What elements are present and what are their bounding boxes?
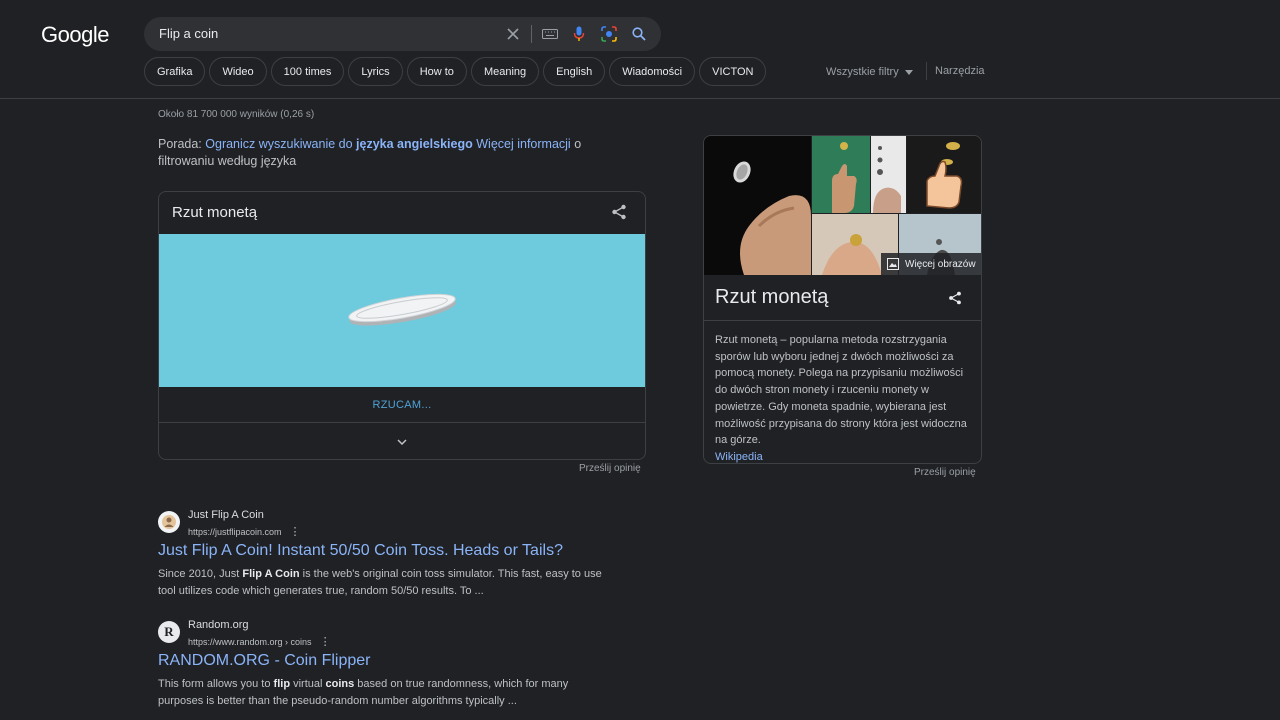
wikipedia-link[interactable]: Wikipedia	[715, 451, 763, 463]
google-logo[interactable]: Google	[41, 22, 109, 48]
result-snippet: Since 2010, Just Flip A Coin is the web'…	[158, 566, 613, 599]
logo-text: Google	[41, 22, 109, 47]
snippet-bold: flip	[273, 678, 291, 690]
knowledge-panel-title: Rzut monetą	[715, 286, 829, 308]
search-divider	[531, 25, 532, 43]
restrict-language-link[interactable]: Ogranicz wyszukiwanie do języka angielsk…	[205, 137, 473, 151]
result-url[interactable]: https://www.random.org › coins ⋮	[188, 635, 331, 648]
search-input[interactable]: Flip a coin	[159, 26, 218, 41]
result-url-text: https://www.random.org › coins	[188, 636, 312, 647]
coin-animation[interactable]	[159, 234, 645, 387]
result-title-link[interactable]: RANDOM.ORG - Coin Flipper	[158, 652, 370, 670]
result-stats: Około 81 700 000 wyników (0,26 s)	[158, 109, 315, 120]
random-org-favicon: R	[158, 621, 180, 643]
more-images-label: Więcej obrazów	[905, 258, 976, 270]
share-icon[interactable]	[611, 204, 627, 225]
more-images-button[interactable]: Więcej obrazów	[881, 253, 981, 275]
expand-button[interactable]	[159, 423, 645, 459]
dropdown-arrow-icon	[904, 69, 913, 75]
thumb-up-image[interactable]	[812, 136, 870, 213]
restrict-language-text: Ogranicz wyszukiwanie do	[205, 137, 357, 151]
chevron-down-icon	[397, 438, 407, 445]
clear-icon[interactable]	[504, 25, 522, 43]
snippet-text: virtual	[290, 678, 326, 690]
language-tip: Porada: Ogranicz wyszukiwanie do języka …	[158, 136, 638, 170]
coin-flip-widget: Rzut monetą RZUCAM...	[158, 191, 646, 460]
microphone-icon[interactable]	[570, 25, 588, 43]
keyboard-icon[interactable]	[541, 25, 559, 43]
coin-widget-title: Rzut monetą	[172, 204, 258, 221]
search-box[interactable]: Flip a coin	[144, 17, 661, 51]
result-site-name[interactable]: Just Flip A Coin	[188, 509, 264, 521]
filter-chip[interactable]: 100 times	[270, 57, 345, 86]
result-title-link[interactable]: Just Flip A Coin! Instant 50/50 Coin Tos…	[158, 542, 563, 560]
search-result: Just Flip A Coin https://justflipacoin.c…	[158, 509, 628, 599]
filter-chip[interactable]: Wideo	[209, 57, 267, 86]
more-options-icon[interactable]: ⋮	[290, 525, 301, 538]
result-url-text: https://justflipacoin.com	[188, 526, 282, 537]
search-result: R Random.org https://www.random.org › co…	[158, 619, 628, 709]
panel-feedback-link[interactable]: Prześlij opinię	[914, 467, 976, 478]
filter-chip[interactable]: How to	[406, 57, 467, 86]
result-url[interactable]: https://justflipacoin.com ⋮	[188, 525, 301, 538]
more-options-icon[interactable]: ⋮	[320, 635, 331, 648]
coin-sequence-image[interactable]	[871, 136, 906, 213]
snippet-text: This form allows you to	[158, 678, 274, 690]
header-divider	[0, 98, 1280, 99]
filter-chip[interactable]: Wiadomości	[609, 57, 696, 86]
all-filters-button[interactable]: Wszystkie filtry	[826, 66, 913, 78]
result-site-name[interactable]: Random.org	[188, 619, 249, 631]
spinning-coin	[348, 293, 456, 326]
filter-chip[interactable]: Grafika	[144, 57, 206, 86]
lens-icon[interactable]	[600, 25, 618, 43]
image-icon	[887, 258, 899, 270]
all-filters-label: Wszystkie filtry	[826, 66, 899, 78]
tools-button[interactable]: Narzędzia	[935, 65, 985, 77]
snippet-bold: Flip A Coin	[242, 568, 300, 580]
coin-feedback-link[interactable]: Prześlij opinię	[579, 463, 641, 474]
filter-chip[interactable]: VICTON	[699, 57, 767, 86]
more-info-link[interactable]: Więcej informacji	[476, 137, 570, 151]
coin-thumb-image[interactable]	[704, 136, 811, 275]
flip-status[interactable]: RZUCAM...	[159, 388, 645, 422]
snippet-bold: coins	[325, 678, 355, 690]
knowledge-panel-description: Rzut monetą – popularna metoda rozstrzyg…	[715, 332, 971, 463]
restrict-language-bold: języka angielskiego	[356, 137, 473, 151]
tip-prefix: Porada:	[158, 137, 206, 151]
filter-chip[interactable]: Meaning	[470, 57, 540, 86]
description-text: Rzut monetą – popularna metoda rozstrzyg…	[715, 334, 967, 447]
justflipacoin-favicon	[158, 511, 180, 533]
snippet-text: Since 2010, Just	[158, 568, 243, 580]
thumb-cartoon-image[interactable]	[907, 136, 981, 213]
share-icon[interactable]	[948, 291, 962, 310]
filter-chip[interactable]: English	[543, 57, 606, 86]
result-snippet: This form allows you to flip virtual coi…	[158, 676, 613, 709]
filter-chips: Grafika Wideo 100 times Lyrics How to Meaning…	[144, 57, 767, 86]
knowledge-panel-divider	[704, 320, 981, 321]
search-icon[interactable]	[630, 25, 648, 43]
filters-divider	[926, 62, 927, 80]
knowledge-panel: Więcej obrazów Rzut monetą Rzut monetą –…	[703, 135, 982, 464]
filter-chip[interactable]: Lyrics	[348, 57, 403, 86]
